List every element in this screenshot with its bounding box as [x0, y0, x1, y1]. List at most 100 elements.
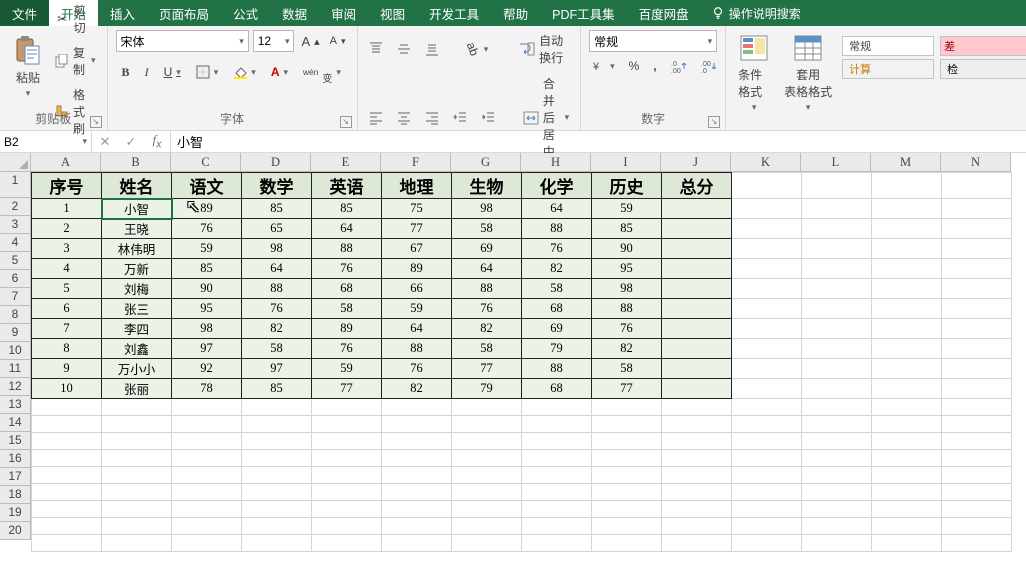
row-header-10[interactable]: 10: [0, 342, 31, 360]
cell[interactable]: [452, 467, 522, 484]
cell[interactable]: [802, 239, 872, 259]
col-header-N[interactable]: N: [941, 153, 1011, 172]
cell[interactable]: [102, 501, 172, 518]
align-left-button[interactable]: [366, 109, 386, 127]
cell[interactable]: [382, 399, 452, 416]
formula-input[interactable]: 小智: [171, 131, 1026, 152]
cell[interactable]: [872, 416, 942, 433]
cell[interactable]: [172, 399, 242, 416]
cell[interactable]: [32, 399, 102, 416]
cell[interactable]: [172, 501, 242, 518]
copy-button[interactable]: 复制▾: [52, 42, 99, 80]
tab-pdf[interactable]: PDF工具集: [540, 0, 627, 26]
cell[interactable]: [942, 379, 1012, 399]
cell[interactable]: [942, 319, 1012, 339]
cell[interactable]: 10: [32, 379, 102, 399]
cell[interactable]: 67: [382, 239, 452, 259]
cell[interactable]: [662, 279, 732, 299]
cell[interactable]: [732, 219, 802, 239]
confirm-formula-button[interactable]: ✓: [118, 134, 144, 150]
cell[interactable]: [242, 467, 312, 484]
cell[interactable]: 88: [382, 339, 452, 359]
cell[interactable]: 万新: [102, 259, 172, 279]
cell[interactable]: 85: [242, 379, 312, 399]
tab-view[interactable]: 视图: [368, 0, 417, 26]
cell[interactable]: [522, 467, 592, 484]
cell[interactable]: [662, 501, 732, 518]
cell[interactable]: 5: [32, 279, 102, 299]
cell[interactable]: [942, 535, 1012, 552]
cell[interactable]: [662, 416, 732, 433]
cell[interactable]: [662, 259, 732, 279]
tab-help[interactable]: 帮助: [491, 0, 540, 26]
cell[interactable]: [872, 173, 942, 199]
cell[interactable]: [312, 399, 382, 416]
cell[interactable]: 张丽: [102, 379, 172, 399]
cell[interactable]: [872, 501, 942, 518]
cell[interactable]: 88: [242, 279, 312, 299]
cell[interactable]: 95: [592, 259, 662, 279]
cell[interactable]: [172, 467, 242, 484]
cell[interactable]: 3: [32, 239, 102, 259]
cell[interactable]: [102, 518, 172, 535]
cell[interactable]: 化学: [522, 173, 592, 199]
cell[interactable]: 66: [382, 279, 452, 299]
cell[interactable]: 76: [242, 299, 312, 319]
row-header-16[interactable]: 16: [0, 450, 31, 468]
cell[interactable]: [242, 484, 312, 501]
cell[interactable]: [452, 518, 522, 535]
cell[interactable]: [732, 199, 802, 219]
align-right-button[interactable]: [422, 109, 442, 127]
cell[interactable]: [382, 501, 452, 518]
cell[interactable]: [802, 379, 872, 399]
decrease-indent-button[interactable]: [450, 109, 470, 127]
cell[interactable]: 76: [312, 259, 382, 279]
cell[interactable]: [452, 535, 522, 552]
col-header-I[interactable]: I: [591, 153, 661, 172]
cell[interactable]: [732, 484, 802, 501]
cell[interactable]: 76: [452, 299, 522, 319]
cell[interactable]: [102, 399, 172, 416]
cell[interactable]: [872, 379, 942, 399]
cell[interactable]: [662, 467, 732, 484]
cell[interactable]: [662, 359, 732, 379]
cell[interactable]: 85: [592, 219, 662, 239]
cell[interactable]: [732, 259, 802, 279]
cell[interactable]: 姓名: [102, 173, 172, 199]
cell[interactable]: [872, 199, 942, 219]
cell[interactable]: [942, 359, 1012, 379]
cell[interactable]: 98: [242, 239, 312, 259]
cell[interactable]: [662, 518, 732, 535]
cell[interactable]: [732, 339, 802, 359]
cell[interactable]: [452, 433, 522, 450]
cell[interactable]: 64: [382, 319, 452, 339]
cell[interactable]: [382, 535, 452, 552]
cell[interactable]: [312, 501, 382, 518]
cell[interactable]: 刘鑫: [102, 339, 172, 359]
phonetic-button[interactable]: wén变▾: [300, 57, 344, 87]
cell[interactable]: [872, 467, 942, 484]
cell[interactable]: 95: [172, 299, 242, 319]
cell[interactable]: 97: [242, 359, 312, 379]
cell[interactable]: [452, 484, 522, 501]
col-header-M[interactable]: M: [871, 153, 941, 172]
percent-button[interactable]: %: [626, 57, 643, 75]
cell[interactable]: [872, 279, 942, 299]
tab-review[interactable]: 审阅: [319, 0, 368, 26]
dialog-launcher-icon[interactable]: ↘: [708, 116, 720, 128]
col-header-E[interactable]: E: [311, 153, 381, 172]
cell[interactable]: [32, 450, 102, 467]
cell[interactable]: [942, 501, 1012, 518]
cell[interactable]: [662, 535, 732, 552]
row-header-12[interactable]: 12: [0, 378, 31, 396]
cell[interactable]: [872, 299, 942, 319]
cell[interactable]: 历史: [592, 173, 662, 199]
cell[interactable]: [872, 399, 942, 416]
cell[interactable]: 语文: [172, 173, 242, 199]
row-header-7[interactable]: 7: [0, 288, 31, 306]
cell[interactable]: [172, 450, 242, 467]
cell[interactable]: [172, 416, 242, 433]
cell[interactable]: 82: [382, 379, 452, 399]
cell[interactable]: [312, 467, 382, 484]
cell[interactable]: 75: [382, 199, 452, 219]
